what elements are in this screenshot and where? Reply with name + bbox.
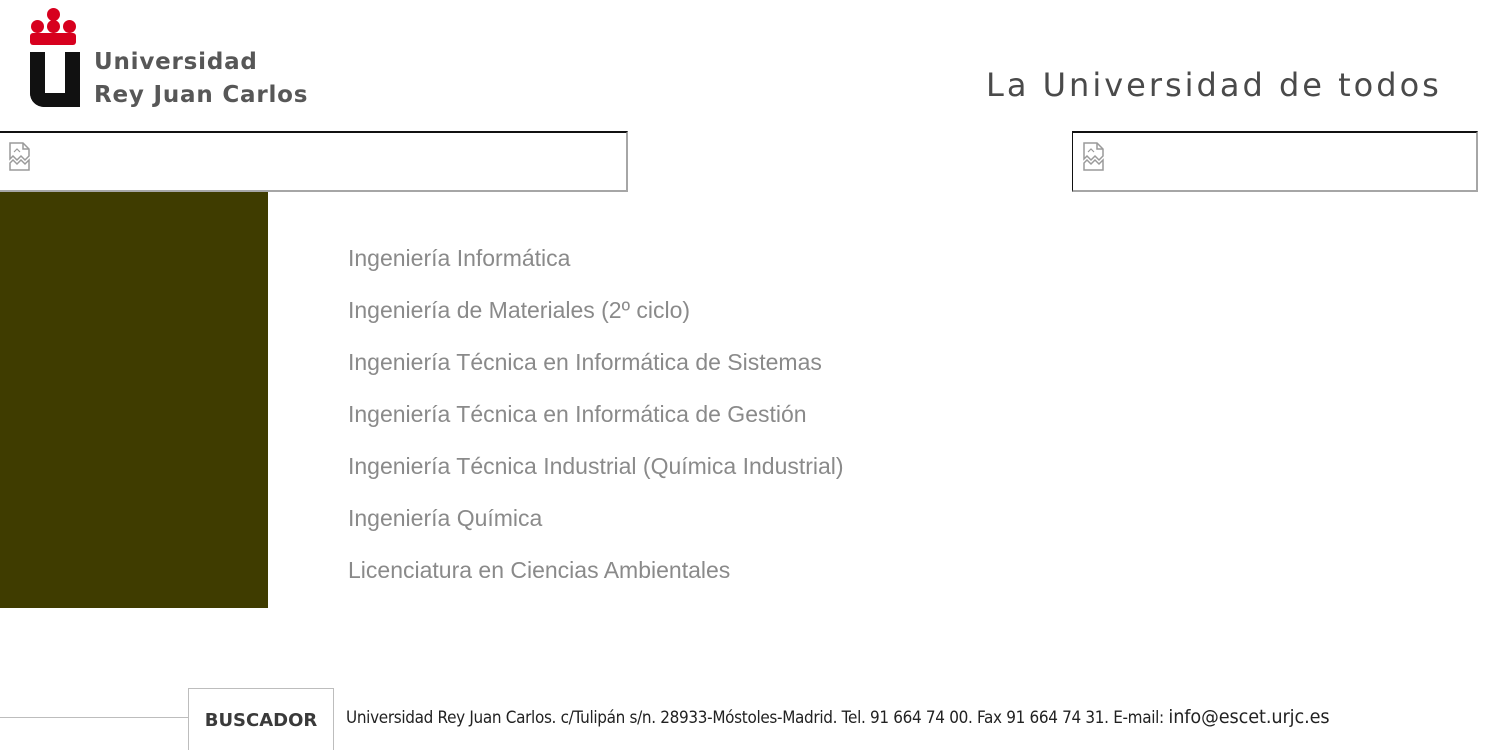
footer-address: Universidad Rey Juan Carlos. c/Tulipán s… <box>346 708 1169 727</box>
menu-item-ingenieria-informatica[interactable]: Ingeniería Informática <box>348 232 844 284</box>
menu-item-ciencias-ambientales[interactable]: Licenciatura en Ciencias Ambientales <box>348 544 844 596</box>
footer-contact: Universidad Rey Juan Carlos. c/Tulipán s… <box>346 706 1330 728</box>
buscador-button[interactable]: BUSCADOR <box>188 688 334 750</box>
menu-item-ingenieria-tecnica-sistemas[interactable]: Ingeniería Técnica en Informática de Sis… <box>348 336 844 388</box>
logo-u-mark <box>30 52 80 107</box>
menu-item-ingenieria-materiales[interactable]: Ingeniería de Materiales (2º ciclo) <box>348 284 844 336</box>
logo-line2: Rey Juan Carlos <box>94 82 309 108</box>
crown-icon <box>28 8 80 48</box>
logo-line1: Universidad <box>94 49 258 75</box>
header-image-right <box>1072 131 1478 192</box>
menu-item-ingenieria-tecnica-gestion[interactable]: Ingeniería Técnica en Informática de Ges… <box>348 388 844 440</box>
broken-image-icon <box>1083 142 1104 171</box>
logo-text: Universidad Rey Juan Carlos <box>94 46 308 112</box>
menu-item-ingenieria-quimica[interactable]: Ingeniería Química <box>348 492 844 544</box>
tagline: La Universidad de todos <box>986 66 1442 104</box>
degree-menu: Ingeniería Informática Ingeniería de Mat… <box>348 232 844 596</box>
sidebar-panel <box>0 192 268 608</box>
header-image-left <box>0 131 628 192</box>
broken-image-icon <box>9 142 30 171</box>
footer-divider <box>0 717 190 718</box>
university-logo[interactable]: Universidad Rey Juan Carlos <box>28 8 318 112</box>
footer-email-link[interactable]: info@escet.urjc.es <box>1168 706 1329 728</box>
menu-item-ingenieria-tecnica-industrial[interactable]: Ingeniería Técnica Industrial (Química I… <box>348 440 844 492</box>
